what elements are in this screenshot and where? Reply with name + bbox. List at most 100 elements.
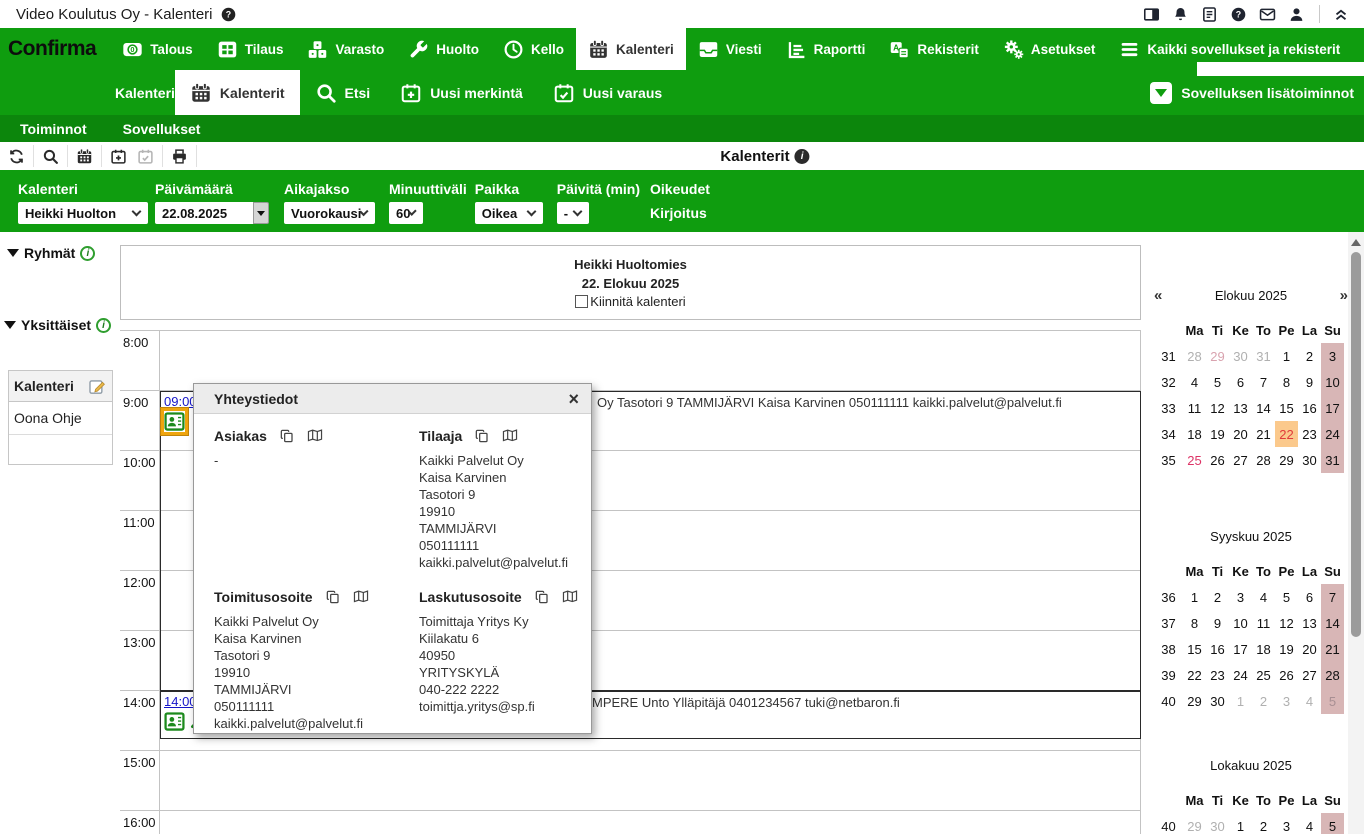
day-cell[interactable]: 14: [1252, 395, 1275, 421]
day-cell[interactable]: 3: [1275, 813, 1298, 834]
sidebar-section-yksittaiset[interactable]: Yksittäiseti: [4, 317, 111, 333]
contact-card-icon[interactable]: [164, 711, 185, 732]
date-picker-button[interactable]: [253, 202, 269, 224]
subnav-item-kalenterit[interactable]: Kalenterit: [175, 70, 300, 115]
day-cell[interactable]: 29: [1275, 447, 1298, 473]
day-cell[interactable]: 23: [1206, 662, 1229, 688]
day-cell[interactable]: 10: [1229, 610, 1252, 636]
window-icon[interactable]: [1143, 6, 1160, 23]
day-cell[interactable]: 1: [1183, 584, 1206, 610]
day-cell[interactable]: 6: [1229, 369, 1252, 395]
app-extra-actions-button[interactable]: Sovelluksen lisätoiminnot: [1150, 70, 1354, 115]
day-cell[interactable]: 14: [1321, 610, 1344, 636]
day-cell[interactable]: 17: [1229, 636, 1252, 662]
day-cell[interactable]: 15: [1183, 636, 1206, 662]
day-cell[interactable]: 21: [1252, 421, 1275, 447]
nav-item-huolto[interactable]: Huolto: [396, 28, 491, 70]
day-cell[interactable]: 30: [1206, 813, 1229, 834]
day-cell[interactable]: 12: [1206, 395, 1229, 421]
contact-card-icon[interactable]: [164, 411, 185, 432]
day-cell[interactable]: 2: [1252, 688, 1275, 714]
cal-check-toolbar-icon[interactable]: [137, 148, 154, 165]
event-start-link[interactable]: 09:00: [164, 394, 197, 409]
aikajakso-select[interactable]: Vuorokausi: [284, 202, 375, 224]
nav-item-kalenteri[interactable]: Kalenteri: [576, 28, 686, 70]
user-icon[interactable]: [1288, 6, 1305, 23]
day-cell[interactable]: 2: [1298, 343, 1321, 369]
map-icon[interactable]: [502, 428, 518, 444]
pin-calendar-checkbox[interactable]: [575, 295, 588, 308]
day-cell[interactable]: 1: [1229, 688, 1252, 714]
day-cell[interactable]: 4: [1252, 584, 1275, 610]
paivita-min-select[interactable]: -: [557, 202, 589, 224]
day-cell[interactable]: 8: [1183, 610, 1206, 636]
day-cell[interactable]: 28: [1183, 343, 1206, 369]
nav-item-kello[interactable]: Kello: [491, 28, 576, 70]
event-start-link[interactable]: 14:00: [164, 694, 197, 709]
day-cell[interactable]: 31: [1252, 343, 1275, 369]
day-cell[interactable]: 2: [1252, 813, 1275, 834]
day-cell[interactable]: 23: [1298, 421, 1321, 447]
page-help-icon[interactable]: ?: [220, 6, 237, 23]
day-cell[interactable]: 11: [1252, 610, 1275, 636]
notes-icon[interactable]: [1201, 6, 1218, 23]
minuuttivali-select[interactable]: 60: [389, 202, 423, 224]
day-cell[interactable]: 27: [1298, 662, 1321, 688]
nav-item-tilaus[interactable]: Tilaus: [205, 28, 296, 70]
day-cell[interactable]: 5: [1321, 688, 1344, 714]
popup-titlebar[interactable]: Yhteystiedot ×: [194, 384, 591, 414]
nav-item-varasto[interactable]: Varasto: [295, 28, 396, 70]
edit-icon[interactable]: [88, 377, 107, 396]
day-cell[interactable]: 22: [1183, 662, 1206, 688]
paikka-select[interactable]: Oikea: [475, 202, 543, 224]
refresh-toolbar-icon[interactable]: [8, 148, 25, 165]
info-icon[interactable]: i: [96, 318, 111, 333]
day-cell[interactable]: 8: [1275, 369, 1298, 395]
nav-item-talous[interactable]: 0Talous: [110, 28, 205, 70]
day-cell[interactable]: 15: [1275, 395, 1298, 421]
day-cell[interactable]: 18: [1183, 421, 1206, 447]
subnav-item-etsi[interactable]: Etsi: [300, 70, 386, 115]
day-cell[interactable]: 3: [1321, 343, 1344, 369]
close-icon[interactable]: ×: [568, 390, 579, 408]
day-cell[interactable]: 25: [1183, 447, 1206, 473]
day-cell[interactable]: 30: [1298, 447, 1321, 473]
day-cell[interactable]: 19: [1275, 636, 1298, 662]
subnav-item-uusi-merkinta[interactable]: Uusi merkintä: [385, 70, 538, 115]
search-toolbar-icon[interactable]: [42, 148, 59, 165]
info-icon[interactable]: i: [795, 149, 810, 164]
day-cell[interactable]: 20: [1298, 636, 1321, 662]
cal-plus-toolbar-icon[interactable]: [110, 148, 127, 165]
day-cell[interactable]: 9: [1206, 610, 1229, 636]
mail-icon[interactable]: [1259, 6, 1276, 23]
copy-icon[interactable]: [279, 428, 295, 444]
day-cell[interactable]: 13: [1229, 395, 1252, 421]
date-input[interactable]: 22.08.2025: [155, 202, 253, 224]
calendar-toolbar-icon[interactable]: [76, 148, 93, 165]
vertical-scrollbar[interactable]: [1348, 232, 1364, 834]
map-icon[interactable]: [353, 589, 369, 605]
day-cell[interactable]: 29: [1183, 688, 1206, 714]
copy-icon[interactable]: [325, 589, 341, 605]
day-cell[interactable]: 24: [1321, 421, 1344, 447]
day-cell[interactable]: 24: [1229, 662, 1252, 688]
map-icon[interactable]: [307, 428, 323, 444]
day-cell[interactable]: 12: [1275, 610, 1298, 636]
day-cell[interactable]: 3: [1229, 584, 1252, 610]
day-cell[interactable]: 18: [1252, 636, 1275, 662]
day-cell[interactable]: 7: [1321, 584, 1344, 610]
day-cell[interactable]: 25: [1252, 662, 1275, 688]
day-cell[interactable]: 2: [1206, 584, 1229, 610]
nav-item-raportti[interactable]: Raportti: [774, 28, 878, 70]
calendar-list-row[interactable]: Oona Ohje: [9, 402, 112, 435]
day-cell[interactable]: 26: [1206, 447, 1229, 473]
hour-slot[interactable]: [160, 811, 1141, 834]
day-cell[interactable]: 11: [1183, 395, 1206, 421]
day-cell[interactable]: 27: [1229, 447, 1252, 473]
map-icon[interactable]: [562, 589, 578, 605]
day-cell[interactable]: 10: [1321, 369, 1344, 395]
day-cell[interactable]: 6: [1298, 584, 1321, 610]
day-cell[interactable]: 5: [1275, 584, 1298, 610]
day-cell[interactable]: 17: [1321, 395, 1344, 421]
day-cell[interactable]: 22: [1275, 421, 1298, 447]
